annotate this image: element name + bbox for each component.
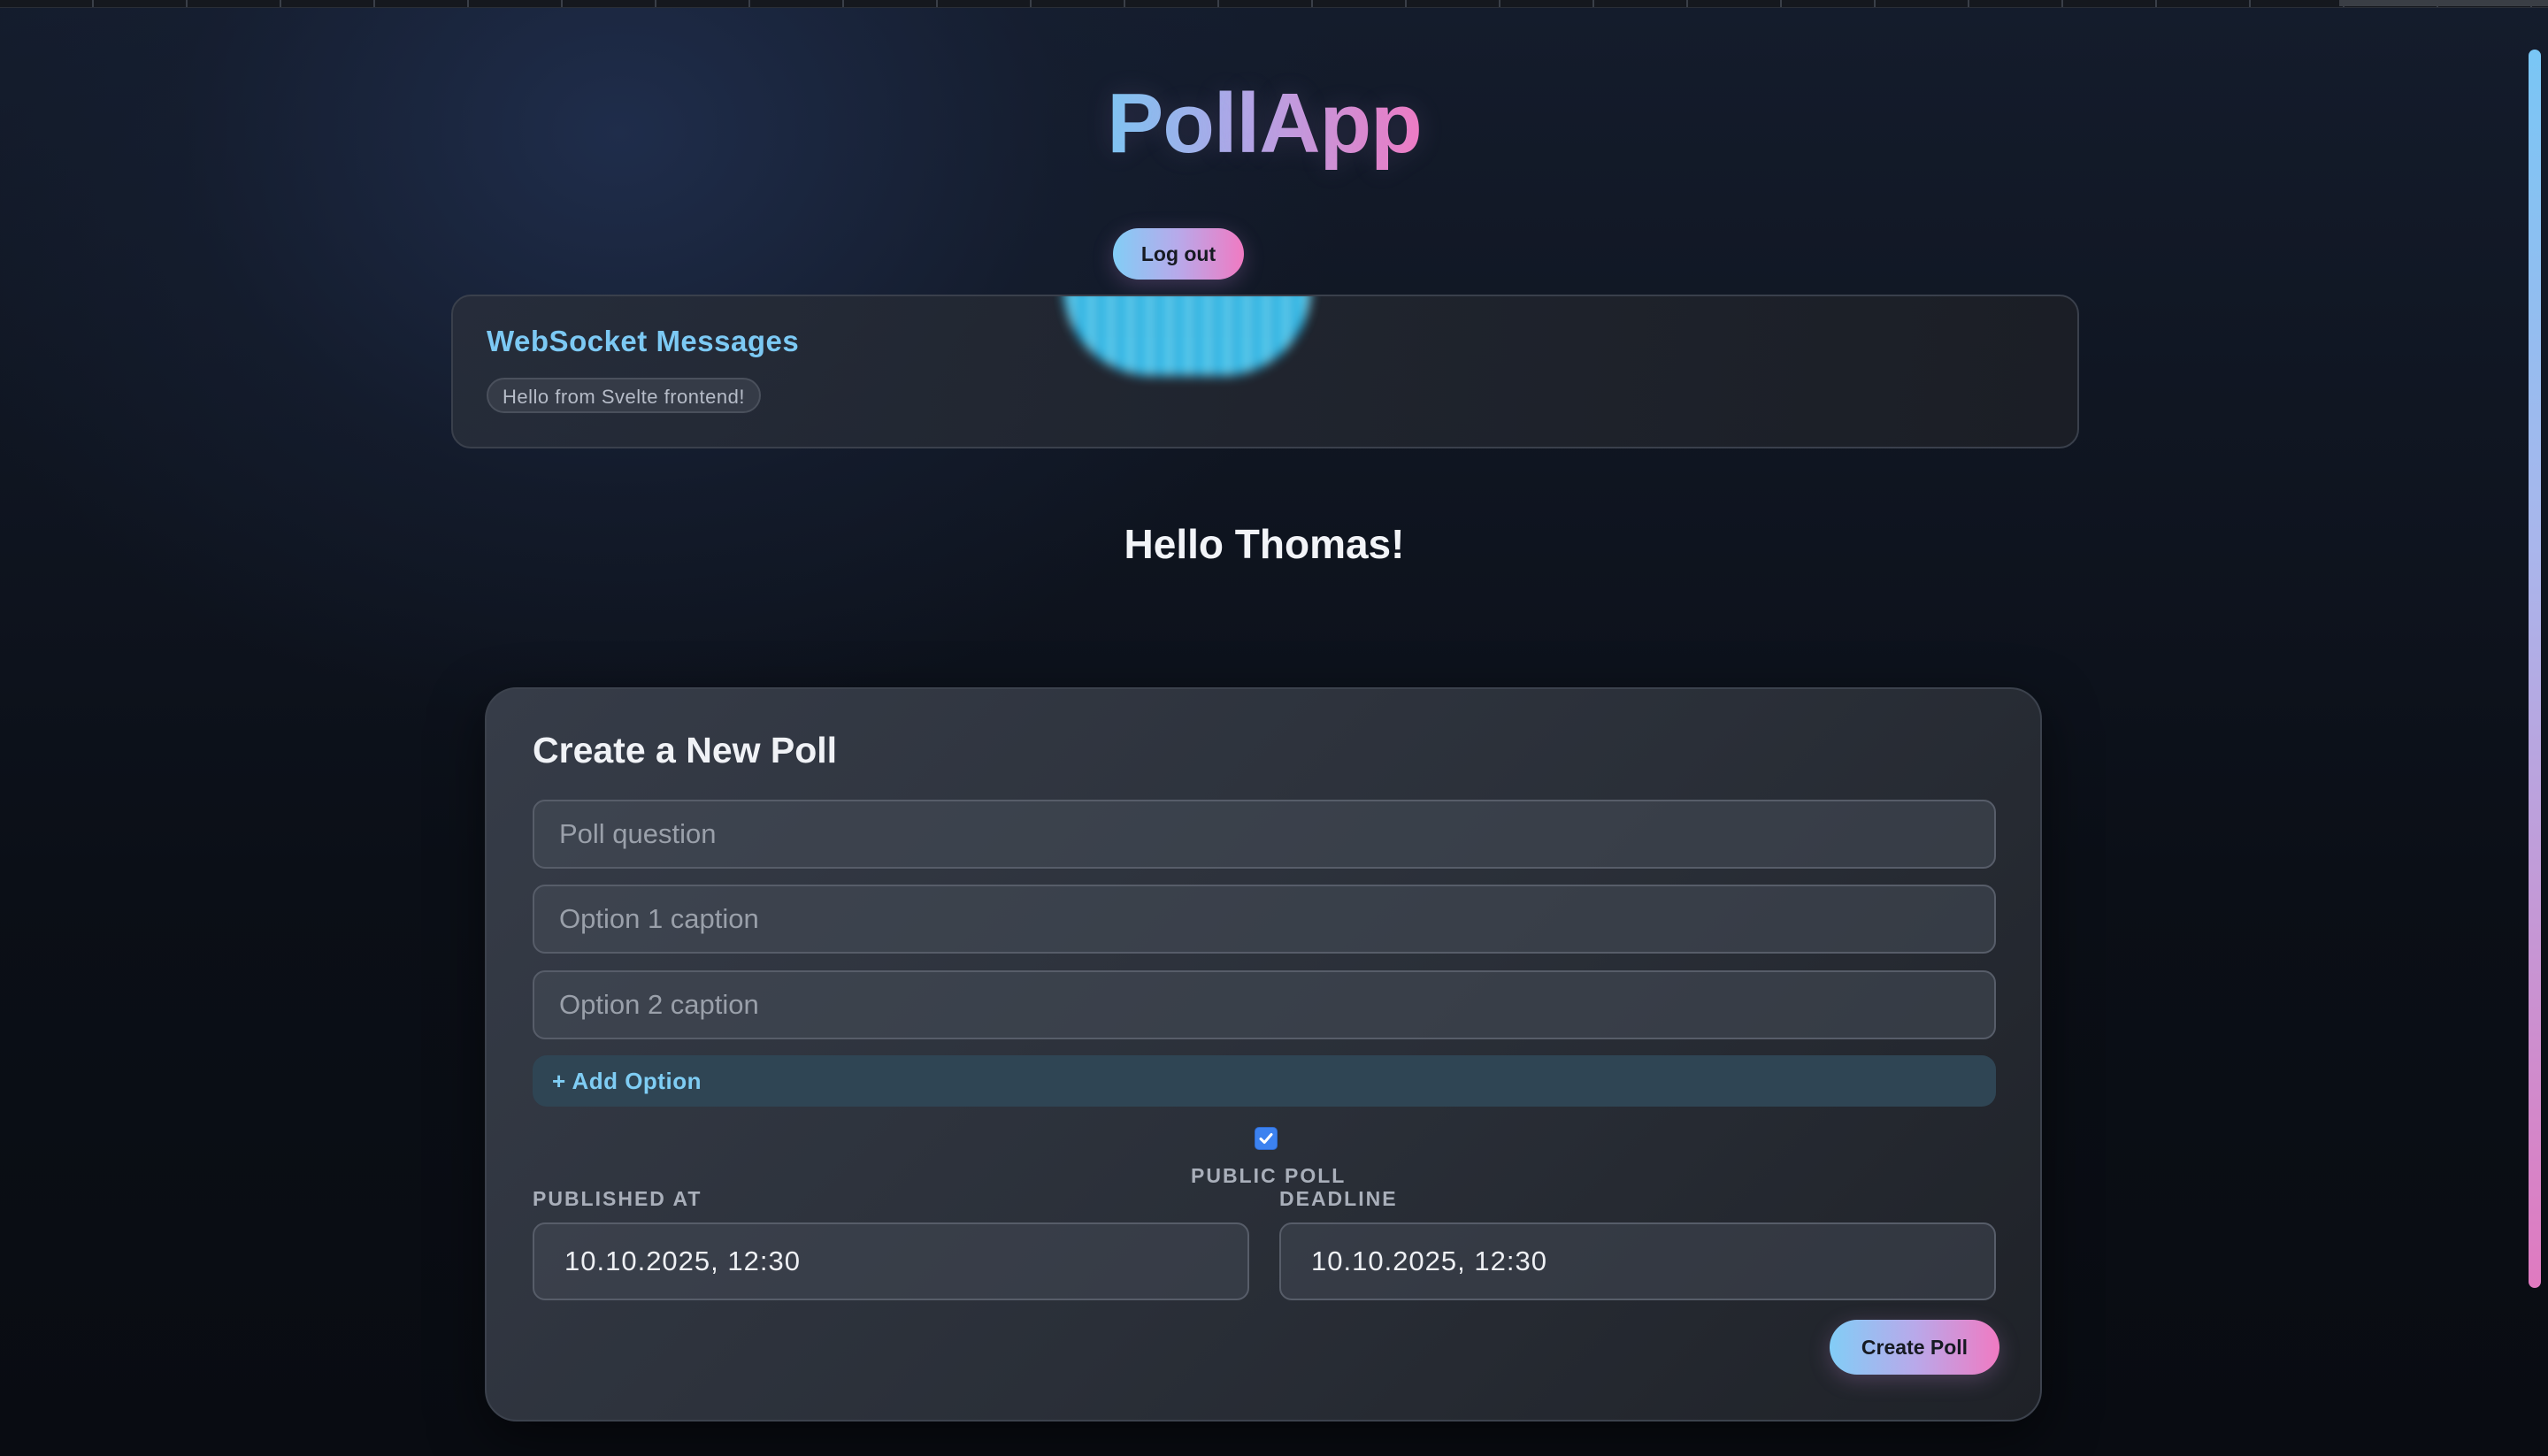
browser-tab-strip: [0, 0, 2548, 8]
websocket-title: WebSocket Messages: [487, 325, 800, 357]
option-2-input[interactable]: [533, 970, 1996, 1039]
scrollbar-thumb[interactable]: [2529, 50, 2541, 1288]
option-1-input[interactable]: [533, 885, 1996, 954]
scrollbar[interactable]: [2529, 50, 2541, 1288]
websocket-glow-decoration: [1063, 296, 1311, 376]
app-title-text: PollApp: [1107, 76, 1423, 171]
create-poll-button[interactable]: Create Poll: [1830, 1320, 1999, 1375]
app-title: PollApp: [0, 71, 2529, 177]
greeting-heading: Hello Thomas!: [1124, 521, 1405, 567]
public-poll-checkbox[interactable]: [1255, 1127, 1278, 1150]
published-at-label: PUBLISHED AT: [533, 1187, 702, 1210]
deadline-label: DEADLINE: [1279, 1187, 1398, 1210]
active-tab[interactable]: [2339, 0, 2548, 6]
published-at-input[interactable]: 10.10.2025, 12:30: [533, 1222, 1249, 1300]
websocket-message: Hello from Svelte frontend!: [487, 378, 761, 413]
poll-question-input[interactable]: [533, 800, 1996, 869]
create-poll-title: Create a New Poll: [533, 730, 838, 770]
add-option-button[interactable]: + Add Option: [533, 1055, 1996, 1107]
logout-button[interactable]: Log out: [1113, 228, 1244, 280]
public-poll-label: PUBLIC POLL: [1191, 1164, 1347, 1187]
checkmark-icon: [1259, 1133, 1273, 1144]
deadline-input[interactable]: 10.10.2025, 12:30: [1279, 1222, 1996, 1300]
websocket-messages-panel: WebSocket Messages Hello from Svelte fro…: [451, 295, 2079, 448]
create-poll-card: Create a New Poll + Add Option PUBLIC PO…: [485, 687, 2042, 1422]
